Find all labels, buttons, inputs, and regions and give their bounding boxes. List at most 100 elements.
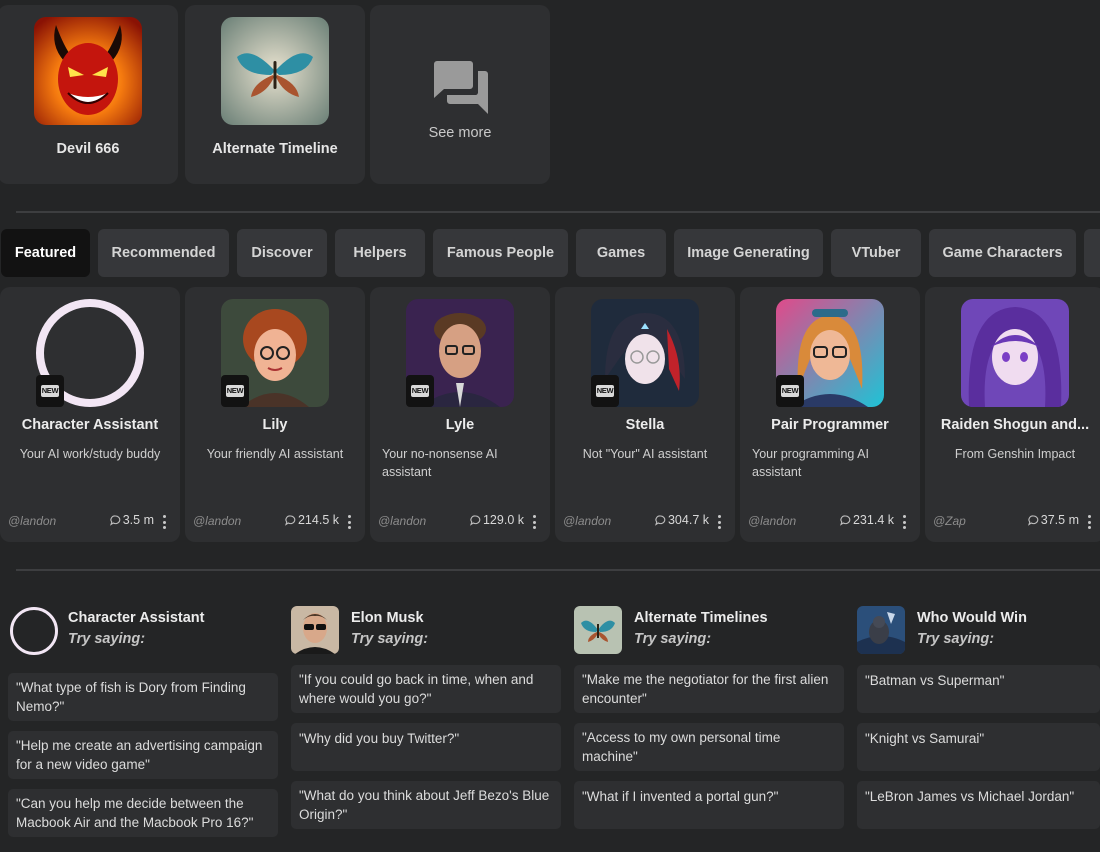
tab-scroll-edge[interactable] [1084, 229, 1100, 277]
section-divider [16, 211, 1100, 213]
suggestion-prompt[interactable]: "Help me create an advertising campaign … [8, 731, 278, 779]
tab-image-generating[interactable]: Image Generating [674, 229, 823, 277]
chat-count: 231.4 k [839, 513, 894, 527]
who-would-win-avatar [857, 606, 905, 654]
suggestion-character-name: Character Assistant [68, 610, 205, 626]
suggestion-header[interactable]: Alternate Timelines Try saying: [574, 600, 850, 668]
character-name: Character Assistant [21, 417, 159, 433]
suggestion-prompt[interactable]: "Why did you buy Twitter?" [291, 723, 561, 771]
chat-count: 37.5 m [1027, 513, 1079, 527]
chat-bubble-icon [469, 514, 481, 526]
tab-recommended[interactable]: Recommended [98, 229, 229, 277]
character-description: Your no-nonsense AI assistant [382, 447, 498, 479]
character-description: Your AI work/study buddy [19, 447, 161, 461]
more-options-icon[interactable] [532, 515, 536, 529]
suggestion-character-name: Alternate Timelines [634, 610, 768, 626]
suggestion-prompt[interactable]: "Knight vs Samurai" [857, 723, 1100, 771]
suggestion-prompt[interactable]: "Can you help me decide between the Macb… [8, 789, 278, 837]
character-author: @landon [193, 514, 242, 528]
more-options-icon[interactable] [347, 515, 351, 529]
new-badge: NEW [221, 375, 249, 407]
new-badge: NEW [406, 375, 434, 407]
suggestion-prompt[interactable]: "Access to my own personal time machine" [574, 723, 844, 771]
see-more-button[interactable]: See more [370, 5, 550, 184]
butterfly-avatar [574, 606, 622, 654]
suggestion-group-who-would-win: Who Would Win Try saying: [857, 600, 1100, 668]
chat-bubble-icon [654, 514, 666, 526]
suggestion-prompt[interactable]: "Batman vs Superman" [857, 665, 1100, 713]
try-saying-label: Try saying: [634, 631, 712, 647]
chat-count: 129.0 k [469, 513, 524, 527]
character-card-devil-666[interactable]: Devil 666 [0, 5, 178, 184]
new-badge: NEW [776, 375, 804, 407]
tab-helpers[interactable]: Helpers [335, 229, 425, 277]
chat-bubble-icon [109, 514, 121, 526]
suggestion-header[interactable]: Who Would Win Try saying: [857, 600, 1100, 668]
suggestion-group-character-assistant: Character Assistant Try saying: [8, 600, 284, 668]
character-name: Lily [262, 417, 288, 433]
character-card[interactable]: NEW Stella Not "Your" AI assistant @land… [555, 287, 735, 542]
character-author: @landon [748, 514, 797, 528]
character-card[interactable]: NEW Lily Your friendly AI assistant @lan… [185, 287, 365, 542]
character-author: @landon [378, 514, 427, 528]
suggestion-group-elon-musk: Elon Musk Try saying: [291, 600, 567, 668]
more-options-icon[interactable] [717, 515, 721, 529]
character-description: Your friendly AI assistant [206, 447, 344, 461]
character-name: Pair Programmer [771, 417, 889, 433]
butterfly-avatar [221, 17, 329, 125]
suggestion-header[interactable]: Character Assistant Try saying: [8, 600, 284, 668]
suggestion-prompt[interactable]: "LeBron James vs Michael Jordan" [857, 781, 1100, 829]
character-assistant-avatar [10, 607, 58, 655]
suggestion-character-name: Elon Musk [351, 610, 424, 626]
character-name: Stella [625, 417, 665, 433]
suggestion-prompt[interactable]: "What type of fish is Dory from Finding … [8, 673, 278, 721]
try-saying-label: Try saying: [68, 631, 146, 647]
chat-count: 304.7 k [654, 513, 709, 527]
top-card-name: Devil 666 [56, 141, 120, 157]
elon-musk-avatar [291, 606, 339, 654]
raiden-shogun-avatar [961, 299, 1069, 407]
more-options-icon[interactable] [162, 515, 166, 529]
tab-famous-people[interactable]: Famous People [433, 229, 568, 277]
character-author: @Zap [933, 514, 966, 528]
suggestion-prompt[interactable]: "What if I invented a portal gun?" [574, 781, 844, 829]
suggestion-group-alternate-timelines: Alternate Timelines Try saying: [574, 600, 850, 668]
more-options-icon[interactable] [902, 515, 906, 529]
character-card[interactable]: Raiden Shogun and... From Genshin Impact… [925, 287, 1100, 542]
character-author: @landon [563, 514, 612, 528]
chat-count: 3.5 m [109, 513, 154, 527]
suggestion-prompt[interactable]: "Make me the negotiator for the first al… [574, 665, 844, 713]
tab-game-characters[interactable]: Game Characters [929, 229, 1076, 277]
suggestion-prompt[interactable]: "What do you think about Jeff Bezo's Blu… [291, 781, 561, 829]
chat-bubble-icon [284, 514, 296, 526]
character-card[interactable]: NEW Character Assistant Your AI work/stu… [0, 287, 180, 542]
suggestion-header[interactable]: Elon Musk Try saying: [291, 600, 567, 668]
tab-featured[interactable]: Featured [1, 229, 90, 277]
character-name: Lyle [445, 417, 475, 433]
chat-bubble-icon [1027, 514, 1039, 526]
character-description: From Genshin Impact [954, 447, 1076, 461]
devil-avatar [34, 17, 142, 125]
try-saying-label: Try saying: [917, 631, 995, 647]
more-options-icon[interactable] [1087, 515, 1091, 529]
suggestion-prompt[interactable]: "If you could go back in time, when and … [291, 665, 561, 713]
new-badge: NEW [591, 375, 619, 407]
character-card[interactable]: NEW Lyle Your no-nonsense AI assistant @… [370, 287, 550, 542]
chat-count: 214.5 k [284, 513, 339, 527]
tab-discover[interactable]: Discover [237, 229, 327, 277]
suggestion-character-name: Who Would Win [917, 610, 1027, 626]
character-description: Not "Your" AI assistant [582, 447, 708, 461]
character-author: @landon [8, 514, 57, 528]
character-description: Your programming AI assistant [752, 447, 869, 479]
section-divider [16, 569, 1100, 571]
chat-bubble-icon [839, 514, 851, 526]
tab-vtuber[interactable]: VTuber [831, 229, 921, 277]
character-card[interactable]: NEW Pair Programmer Your programming AI … [740, 287, 920, 542]
new-badge: NEW [36, 375, 64, 407]
tab-games[interactable]: Games [576, 229, 666, 277]
character-card-alternate-timeline[interactable]: Alternate Timeline [185, 5, 365, 184]
top-card-name: Alternate Timeline [212, 141, 338, 157]
character-name: Raiden Shogun and... [940, 417, 1090, 433]
chat-bubbles-icon [432, 57, 490, 117]
see-more-label: See more [428, 125, 492, 141]
